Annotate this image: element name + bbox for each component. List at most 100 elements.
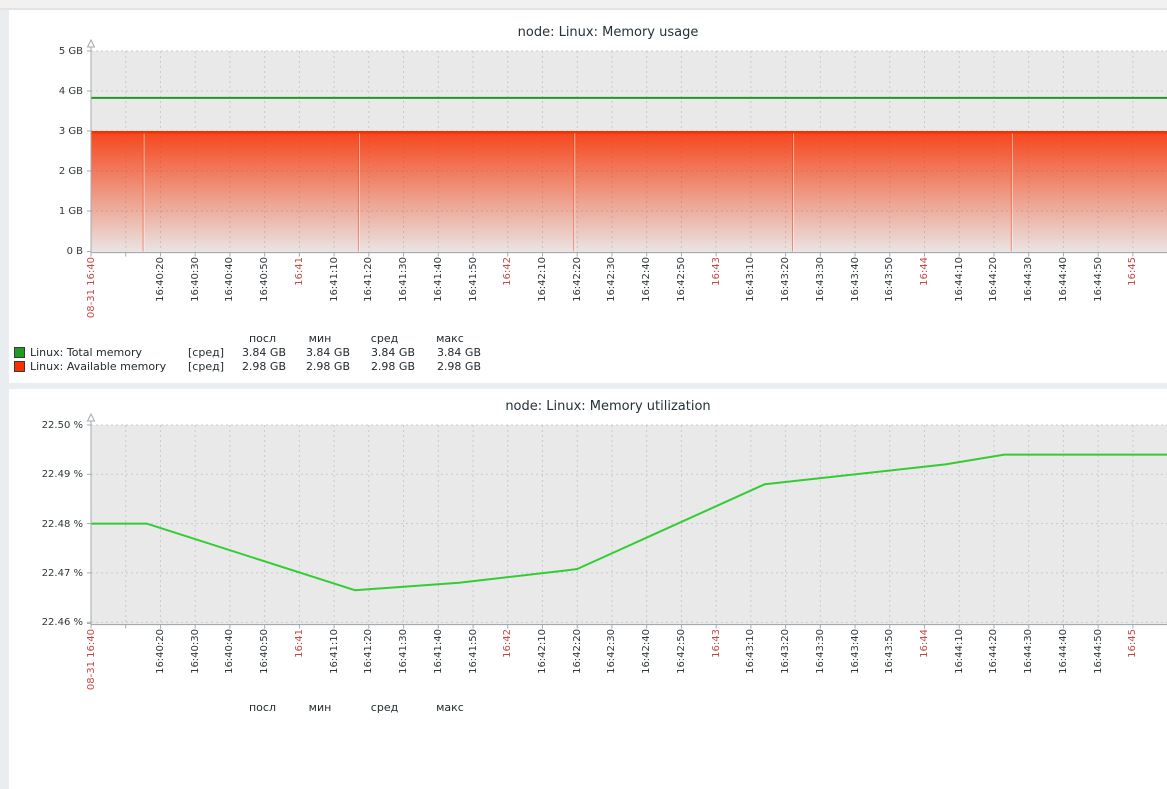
- x-tick-label: 16:44: [919, 257, 930, 286]
- x-tick-label: 16:42:40: [641, 257, 652, 302]
- legend-header-row: послминсредмакс: [14, 700, 483, 714]
- x-tick-label: 16:40:30: [190, 629, 201, 674]
- x-tick-label: 16:43:20: [780, 629, 791, 674]
- legend-item-label: Linux: Available memory: [30, 360, 188, 373]
- x-tick-label: 16:45: [1127, 629, 1138, 658]
- x-tick-label: 16:40:20: [155, 257, 166, 302]
- legend-color-swatch: [14, 361, 25, 372]
- legend-aggregation: [сред]: [188, 346, 235, 359]
- legend-column-header: посл: [237, 701, 288, 714]
- x-tick-label: 16:43:10: [745, 629, 756, 674]
- x-tick-label: 16:44:40: [1058, 257, 1069, 302]
- x-tick-label: 16:44:50: [1093, 257, 1104, 302]
- x-tick-label: 16:44:20: [988, 257, 999, 302]
- x-tick-label: 16:43:30: [815, 629, 826, 674]
- x-tick-label: 16:44:50: [1093, 629, 1104, 674]
- legend-value: 2.98 GB: [415, 360, 481, 373]
- legend-value: 2.98 GB: [350, 360, 415, 373]
- x-tick-label: 16:44:30: [1023, 257, 1034, 302]
- x-tick-label: 16:44:10: [954, 629, 965, 674]
- legend-column-header: посл: [237, 332, 288, 345]
- x-tick-label: 16:41: [294, 629, 305, 658]
- x-tick-label: 16:41:40: [433, 629, 444, 674]
- x-tick-label: 16:44:20: [988, 629, 999, 674]
- legend-value: 3.84 GB: [286, 346, 350, 359]
- memory-utilization-legend: послминсредмакс: [14, 700, 483, 714]
- legend-color-swatch: [14, 347, 25, 358]
- y-tick-label: 2 GB: [9, 165, 83, 178]
- x-tick-label: 16:45: [1127, 257, 1138, 286]
- x-tick-label: 16:43: [711, 629, 722, 658]
- y-tick-label: 22.49 %: [9, 468, 83, 481]
- x-tick-label: 16:41: [294, 257, 305, 286]
- legend-column-header: макс: [417, 701, 483, 714]
- memory-utilization-graph-panel: node: Linux: Memory utilization 22.50 % 2…: [9, 389, 1167, 789]
- x-tick-label: 16:43:40: [850, 629, 861, 674]
- y-tick-label: 4 GB: [9, 85, 83, 98]
- x-tick-label: 16:44: [919, 629, 930, 658]
- x-tick-label: 16:41:30: [398, 629, 409, 674]
- x-tick-label: 16:40:50: [259, 629, 270, 674]
- x-tick-label: 16:42:30: [606, 257, 617, 302]
- x-tick-label: 16:43:50: [884, 629, 895, 674]
- memory-usage-graph-panel: node: Linux: Memory usage 5 GB4 GB3 GB2 …: [9, 10, 1167, 383]
- legend-value: 2.98 GB: [235, 360, 286, 373]
- legend-value: 3.84 GB: [235, 346, 286, 359]
- x-tick-label: 16:42:30: [606, 629, 617, 674]
- x-tick-label: 16:40:40: [224, 257, 235, 302]
- zabbix-graphs-page: { "page": { "top_strip": "" }, "x_ticks"…: [0, 0, 1167, 711]
- x-tick-label: 16:41:10: [329, 257, 340, 302]
- x-tick-label: 16:43:10: [745, 257, 756, 302]
- x-tick-label: 16:41:20: [363, 629, 374, 674]
- x-tick-label: 16:43:20: [780, 257, 791, 302]
- memory-utilization-plot-area[interactable]: [91, 415, 1167, 640]
- memory-utilization-title: node: Linux: Memory utilization: [29, 399, 1167, 414]
- x-tick-label: 16:41:50: [468, 629, 479, 674]
- legend-column-header: мин: [288, 701, 352, 714]
- legend-aggregation: [сред]: [188, 360, 235, 373]
- legend-column-header: сред: [352, 701, 417, 714]
- x-tick-label: 16:42: [502, 257, 513, 286]
- page-top-strip: [0, 0, 1167, 10]
- x-tick-label: 16:43:30: [815, 257, 826, 302]
- x-tick-label: 16:40:20: [155, 629, 166, 674]
- x-tick-label: 16:42:40: [641, 629, 652, 674]
- legend-row: Linux: Total memory[сред]3.84 GB3.84 GB3…: [14, 345, 483, 359]
- legend-item-label: Linux: Total memory: [30, 346, 188, 359]
- x-tick-label: 16:42:10: [537, 257, 548, 302]
- legend-column-header: мин: [288, 332, 352, 345]
- x-tick-label: 16:42:50: [676, 629, 687, 674]
- x-tick-label: 16:41:40: [433, 257, 444, 302]
- x-tick-label: 08-31 16:40: [86, 629, 97, 690]
- x-tick-label: 08-31 16:40: [86, 257, 97, 318]
- x-tick-label: 16:41:20: [363, 257, 374, 302]
- x-tick-label: 16:44:30: [1023, 629, 1034, 674]
- y-tick-label: 0 B: [9, 245, 83, 258]
- y-tick-label: 1 GB: [9, 205, 83, 218]
- x-tick-label: 16:44:10: [954, 257, 965, 302]
- y-tick-label: 22.50 %: [9, 419, 83, 432]
- memory-usage-plot-area[interactable]: [91, 38, 1167, 268]
- legend-row: Linux: Available memory[сред]2.98 GB2.98…: [14, 359, 483, 373]
- x-tick-label: 16:41:30: [398, 257, 409, 302]
- legend-column-header: сред: [352, 332, 417, 345]
- legend-value: 2.98 GB: [286, 360, 350, 373]
- x-tick-label: 16:42:10: [537, 629, 548, 674]
- y-tick-label: 3 GB: [9, 125, 83, 138]
- x-tick-label: 16:40:40: [224, 629, 235, 674]
- x-tick-label: 16:41:50: [468, 257, 479, 302]
- legend-value: 3.84 GB: [415, 346, 481, 359]
- x-tick-label: 16:43:40: [850, 257, 861, 302]
- x-tick-label: 16:42:50: [676, 257, 687, 302]
- x-tick-label: 16:40:30: [190, 257, 201, 302]
- memory-usage-legend: послминсредмаксLinux: Total memory[сред]…: [14, 331, 483, 373]
- x-tick-label: 16:43: [711, 257, 722, 286]
- x-tick-label: 16:40:50: [259, 257, 270, 302]
- y-tick-label: 5 GB: [9, 45, 83, 58]
- y-tick-label: 22.47 %: [9, 567, 83, 580]
- x-tick-label: 16:41:10: [329, 629, 340, 674]
- x-tick-label: 16:43:50: [884, 257, 895, 302]
- legend-column-header: макс: [417, 332, 483, 345]
- x-tick-label: 16:42:20: [572, 629, 583, 674]
- y-tick-label: 22.46 %: [9, 616, 83, 629]
